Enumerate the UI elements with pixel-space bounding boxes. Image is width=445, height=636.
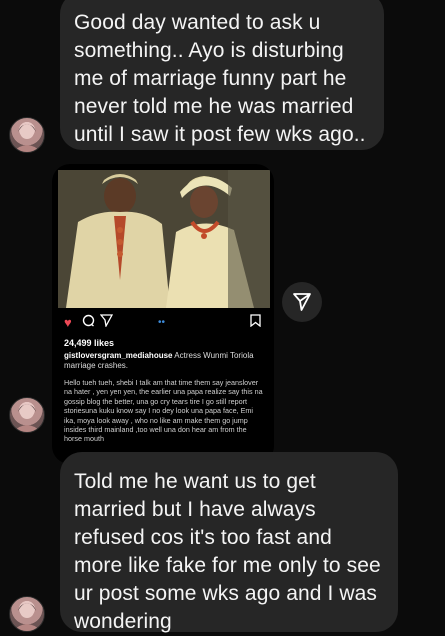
share-post-button[interactable] <box>282 282 322 322</box>
carousel-dots: •• <box>158 317 166 328</box>
send-icon <box>293 293 311 311</box>
sender-avatar-3[interactable] <box>9 596 45 632</box>
comment-icon[interactable] <box>82 314 95 332</box>
sender-avatar-2[interactable] <box>9 397 45 433</box>
post-username[interactable]: gistloversgram_mediahouse <box>64 351 172 360</box>
shared-post-card[interactable]: ♥ •• 24,499 likes gistloversgram_mediaho… <box>52 164 274 464</box>
post-caption: gistloversgram_mediahouse Actress Wunmi … <box>64 351 262 371</box>
message-bubble-1: Good day wanted to ask u something.. Ayo… <box>60 0 384 150</box>
message-bubble-2: Told me he want us to get married but I … <box>60 452 398 633</box>
message-text-2: Told me he want us to get married but I … <box>74 470 381 633</box>
post-actions: ♥ •• <box>64 314 264 332</box>
send-icon[interactable] <box>99 314 114 332</box>
message-text-1: Good day wanted to ask u something.. Ayo… <box>74 11 366 146</box>
post-photo[interactable] <box>58 170 270 308</box>
bookmark-icon[interactable] <box>250 314 261 332</box>
heart-icon[interactable]: ♥ <box>64 314 72 332</box>
sender-avatar-1[interactable] <box>9 117 45 153</box>
likes-count: 24,499 likes <box>64 338 115 348</box>
